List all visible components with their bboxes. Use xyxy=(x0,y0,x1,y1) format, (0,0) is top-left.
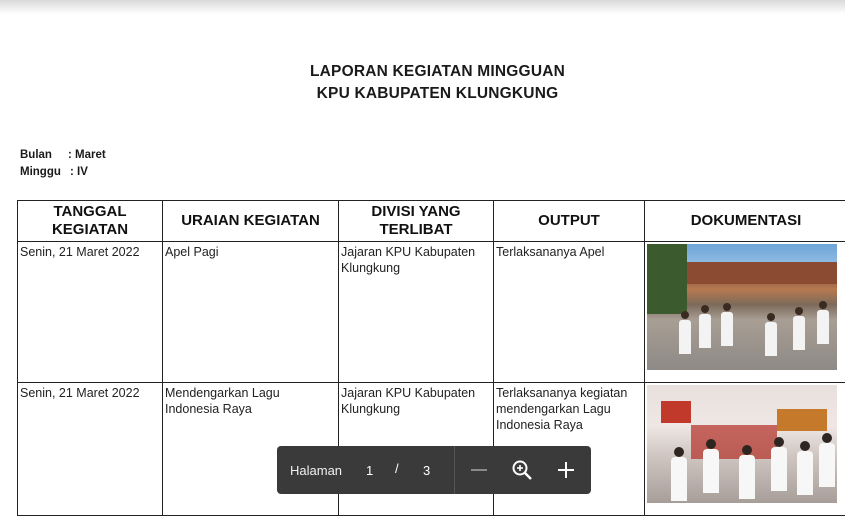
page-label: Halaman xyxy=(290,463,342,478)
current-page-input[interactable]: 1 xyxy=(366,463,373,478)
table-header-row: TANGGAL KEGIATAN URAIAN KEGIATAN DIVISI … xyxy=(18,201,845,242)
cell-dokumentasi xyxy=(645,242,845,383)
report-subtitle: KPU KABUPATEN KLUNGKUNG xyxy=(0,85,845,103)
month-value: : Maret xyxy=(68,149,106,161)
document-page: LAPORAN KEGIATAN MINGGUAN KPU KABUPATEN … xyxy=(0,0,845,515)
header-output: OUTPUT xyxy=(494,201,645,242)
fit-zoom-button[interactable] xyxy=(508,456,536,484)
page-viewer-toolbar: Halaman 1 / 3 xyxy=(277,446,591,494)
zoom-out-button[interactable] xyxy=(465,456,493,484)
cell-tanggal: Senin, 21 Maret 2022 xyxy=(18,383,163,516)
header-tanggal: TANGGAL KEGIATAN xyxy=(18,201,163,242)
month-label: Bulan xyxy=(20,149,68,161)
minus-icon xyxy=(469,460,489,480)
page-separator: / xyxy=(395,461,399,476)
week-field: Minggu: IV xyxy=(20,166,88,178)
total-pages: 3 xyxy=(423,463,430,478)
cell-uraian: Apel Pagi xyxy=(163,242,339,383)
plus-icon xyxy=(556,460,576,480)
cell-output: Terlaksananya Apel xyxy=(494,242,645,383)
month-field: Bulan: Maret xyxy=(20,149,106,161)
week-value: : IV xyxy=(70,166,88,178)
table-row: Senin, 21 Maret 2022 Apel Pagi Jajaran K… xyxy=(18,242,845,383)
cell-tanggal: Senin, 21 Maret 2022 xyxy=(18,242,163,383)
zoom-icon xyxy=(511,459,533,481)
indoor-assembly-photo xyxy=(647,385,837,503)
toolbar-divider xyxy=(454,446,455,494)
header-uraian: URAIAN KEGIATAN xyxy=(163,201,339,242)
header-dokumentasi: DOKUMENTASI xyxy=(645,201,845,242)
week-label: Minggu xyxy=(20,166,70,178)
cell-divisi: Jajaran KPU Kabupaten Klungkung xyxy=(339,242,494,383)
zoom-in-button[interactable] xyxy=(552,456,580,484)
report-title: LAPORAN KEGIATAN MINGGUAN xyxy=(0,63,845,81)
header-divisi: DIVISI YANG TERLIBAT xyxy=(339,201,494,242)
outdoor-assembly-photo xyxy=(647,244,837,370)
cell-dokumentasi xyxy=(645,383,845,516)
